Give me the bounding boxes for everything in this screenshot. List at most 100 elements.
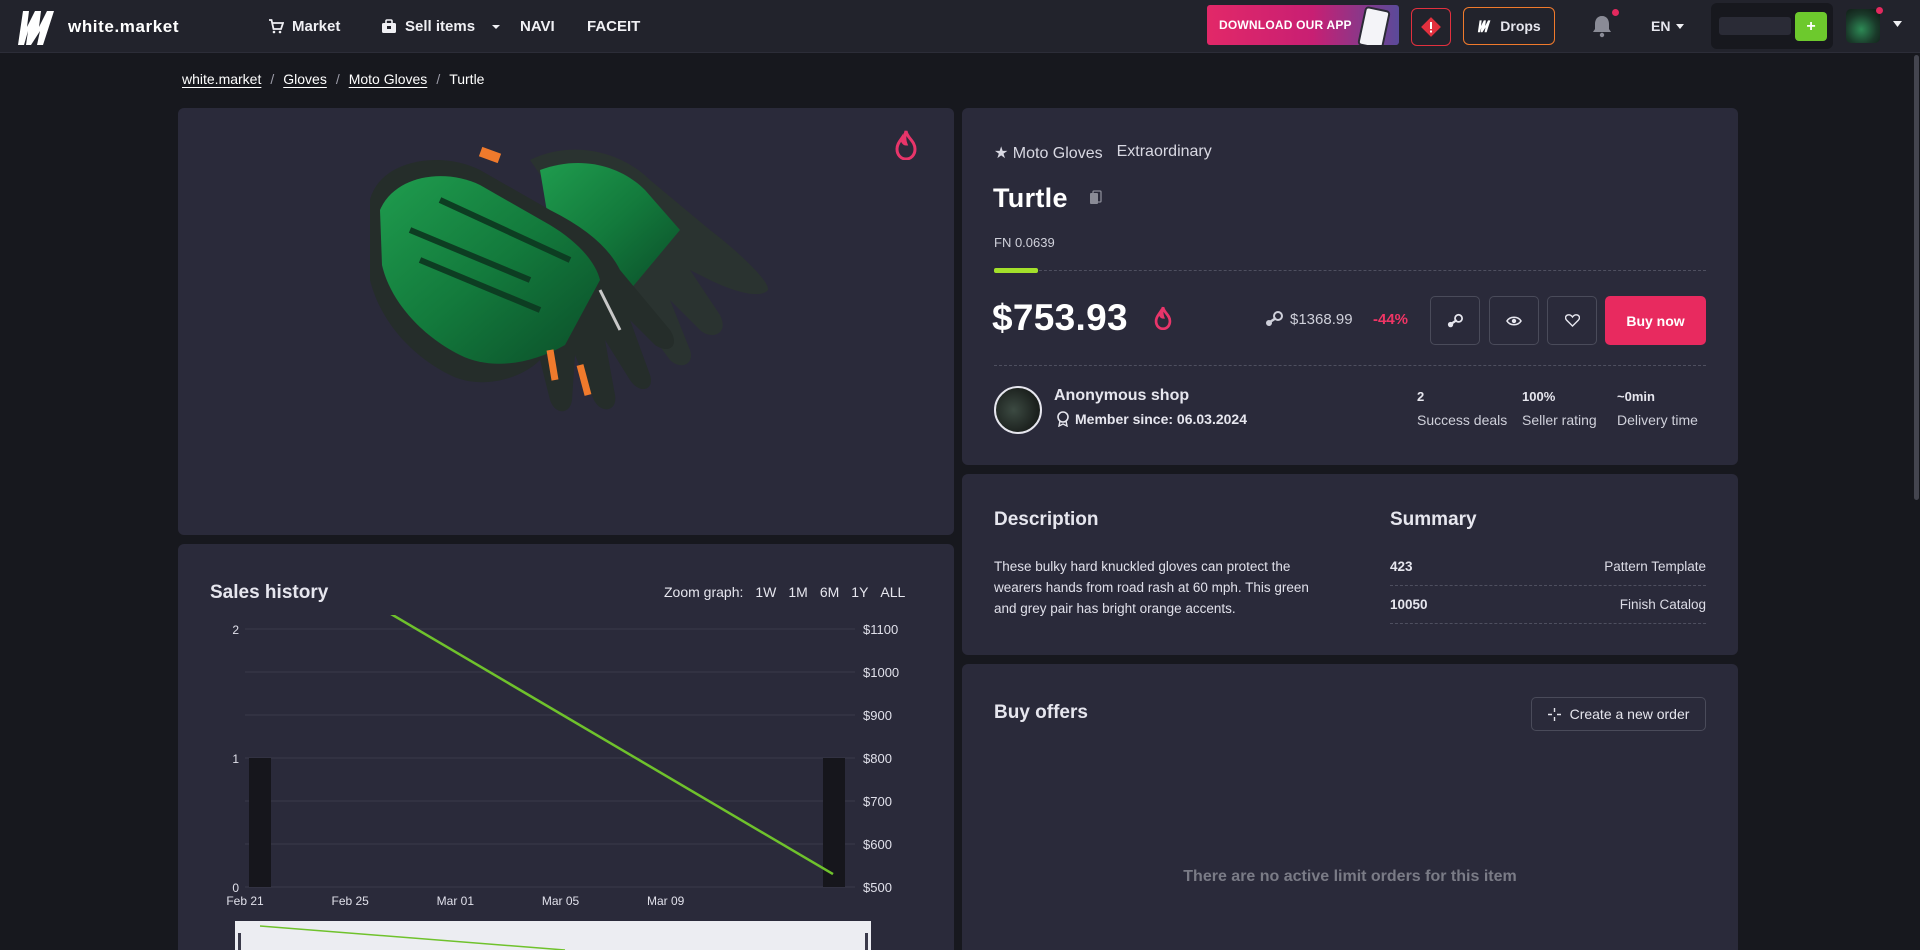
add-funds-button[interactable]: + <box>1795 12 1827 41</box>
stat-delivery-time-value: ~0min <box>1617 389 1655 404</box>
bell-icon[interactable] <box>1591 14 1613 38</box>
nav-navi-label: NAVI <box>520 18 555 35</box>
create-new-order-label: Create a new order <box>1569 706 1690 722</box>
wallet: + <box>1711 3 1833 49</box>
breadcrumb-home[interactable]: white.market <box>182 71 261 87</box>
stat-delivery-time-label: Delivery time <box>1617 412 1698 428</box>
chart-x-tick: Feb 21 <box>226 894 264 908</box>
member-since: Member since: 06.03.2024 <box>1056 411 1247 427</box>
breadcrumb-separator: / <box>270 71 275 87</box>
item-category-line: ★ Moto Gloves Extraordinary <box>994 143 1212 163</box>
chart-x-tick: Feb 25 <box>331 894 369 908</box>
item-name: Turtle <box>993 183 1068 213</box>
item-category[interactable]: ★ Moto Gloves <box>994 143 1103 163</box>
drops-logo-icon <box>1478 20 1491 33</box>
avatar-notification-dot <box>1876 7 1883 14</box>
zoom-1w[interactable]: 1W <box>755 584 776 600</box>
nav-faceit-label: FACEIT <box>587 18 641 35</box>
buy-offers-title: Buy offers <box>994 702 1088 723</box>
user-avatar[interactable] <box>1846 9 1880 43</box>
member-since-text: Member since: 06.03.2024 <box>1075 411 1247 427</box>
chart-y-right-tick: $1000 <box>863 665 899 680</box>
summary-row: 423 Pattern Template <box>1390 548 1706 586</box>
chevron-down-icon <box>1676 23 1685 29</box>
cart-icon <box>269 19 284 34</box>
breadcrumb-current: Turtle <box>449 71 485 87</box>
nav-market[interactable]: Market <box>268 18 340 35</box>
item-price: $753.93 <box>992 297 1128 338</box>
summary-title: Summary <box>1390 509 1477 530</box>
chart-x-tick: Mar 01 <box>437 894 475 908</box>
logo-text[interactable]: white.market <box>68 17 179 37</box>
chart-navigator <box>235 921 871 950</box>
chart-y-right-tick: $1100 <box>863 622 898 637</box>
favorite-button[interactable] <box>1547 296 1597 345</box>
nav-market-label: Market <box>292 18 341 35</box>
nav-sell-items-label: Sell items <box>405 18 476 35</box>
breadcrumb-moto-gloves[interactable]: Moto Gloves <box>349 71 428 87</box>
top-navigation-bar: white.market Market Sell items NAVI FACE… <box>0 0 1920 53</box>
drops-button[interactable]: Drops <box>1463 7 1555 45</box>
item-rarity: Extraordinary <box>1116 143 1212 160</box>
stat-success-deals-label: Success deals <box>1417 412 1508 428</box>
sales-history-title: Sales history <box>210 582 329 603</box>
white-market-logo-icon[interactable] <box>16 7 58 47</box>
nav-sell-items[interactable]: Sell items <box>381 18 501 35</box>
crosshair-icon <box>1547 707 1561 721</box>
zoom-6m[interactable]: 6M <box>820 584 839 600</box>
warning-icon <box>1421 17 1441 37</box>
award-icon <box>1057 411 1069 427</box>
chart-y-right-tick: $600 <box>863 837 892 852</box>
chart-y-right-tick: $500 <box>863 880 892 895</box>
float-bar-track <box>994 270 1706 271</box>
breadcrumb-gloves[interactable]: Gloves <box>283 71 327 87</box>
discount-badge: -44% <box>1373 311 1409 328</box>
steam-price-value: $1368.99 <box>1290 310 1353 328</box>
inspect-in-game-button[interactable] <box>1430 296 1480 345</box>
chart-navigator-handle <box>238 933 241 950</box>
float-bar-fill <box>994 268 1038 273</box>
empty-orders-message: There are no active limit orders for thi… <box>1183 868 1517 885</box>
divider <box>994 365 1706 366</box>
chart-price-line <box>390 615 834 876</box>
phone-icon <box>1357 5 1391 45</box>
chart-y-right-tick: $800 <box>863 751 892 766</box>
nav-faceit[interactable]: FACEIT <box>587 18 640 35</box>
zoom-graph-controls: Zoom graph: 1W 1M 6M 1Y ALL <box>664 584 905 600</box>
chart-volume-bar <box>823 758 845 887</box>
preview-button[interactable] <box>1489 296 1539 345</box>
seller-name[interactable]: Anonymous shop <box>1054 387 1189 405</box>
chart-navigator-handle <box>865 933 868 950</box>
buy-now-button[interactable]: Buy now <box>1605 296 1706 345</box>
page-scrollbar[interactable] <box>1914 55 1919 500</box>
language-selector[interactable]: EN <box>1651 18 1685 34</box>
summary-key: Pattern Template <box>1604 559 1706 574</box>
chart-y-left-tick: 2 <box>232 623 239 637</box>
zoom-label: Zoom graph: <box>664 584 744 600</box>
chart-y-right-tick: $700 <box>863 794 892 809</box>
summary-key: Finish Catalog <box>1619 597 1706 612</box>
breadcrumb: white.market / Gloves / Moto Gloves / Tu… <box>182 71 484 87</box>
download-app-label: DOWNLOAD OUR APP <box>1219 18 1352 32</box>
description-title: Description <box>994 509 1099 530</box>
sales-history-chart[interactable]: $500 $600 $700 $800 $900 $1000 $1100 0 1 2 Feb 21 F… <box>215 615 915 950</box>
alert-button[interactable] <box>1411 8 1451 46</box>
nav-navi[interactable]: NAVI <box>520 18 555 35</box>
chart-x-tick: Mar 05 <box>542 894 580 908</box>
chevron-down-icon[interactable] <box>1893 21 1902 27</box>
fire-icon <box>895 130 917 160</box>
copy-icon[interactable] <box>1089 190 1102 205</box>
steam-icon <box>1266 311 1283 326</box>
download-app-banner[interactable]: DOWNLOAD OUR APP <box>1207 5 1399 45</box>
breadcrumb-separator: / <box>436 71 441 87</box>
zoom-1m[interactable]: 1M <box>788 584 807 600</box>
create-new-order-button[interactable]: Create a new order <box>1531 697 1706 731</box>
chevron-down-icon <box>492 24 501 29</box>
summary-value: 10050 <box>1390 597 1428 612</box>
drops-label: Drops <box>1500 18 1541 34</box>
seller-avatar[interactable] <box>994 386 1042 434</box>
zoom-all[interactable]: ALL <box>880 584 905 600</box>
wallet-balance[interactable] <box>1719 17 1791 35</box>
fire-icon <box>1154 306 1172 330</box>
zoom-1y[interactable]: 1Y <box>851 584 868 600</box>
